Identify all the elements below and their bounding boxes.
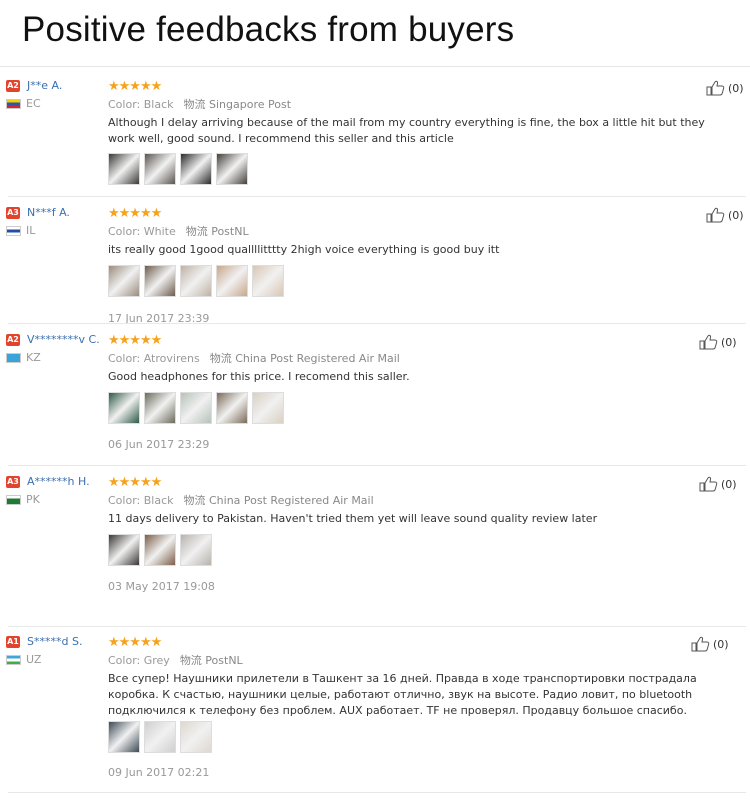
- review-photo-thumbnail[interactable]: [144, 534, 176, 566]
- order-info: Color: Grey 物流 PostNL: [108, 652, 247, 668]
- helpful-count: (0): [721, 477, 737, 491]
- buyer-level-badge: A2: [6, 80, 20, 92]
- review-date: 06 Jun 2017 23:29: [108, 438, 210, 451]
- review-photos: [108, 534, 212, 566]
- star-rating: ★★★★★: [108, 205, 162, 220]
- review-photo-thumbnail[interactable]: [108, 534, 140, 566]
- review-divider: [8, 792, 746, 793]
- buyer-country: PK: [26, 493, 40, 506]
- thumbs-up-icon: [699, 476, 719, 492]
- buyer-name[interactable]: S*****d S.: [27, 635, 82, 648]
- buyer-name[interactable]: V********v C.: [27, 333, 100, 346]
- shipping-label: 物流 Singapore Post: [183, 98, 292, 111]
- review-divider: [8, 626, 746, 627]
- helpful-count: (0): [728, 81, 744, 95]
- helpful-button[interactable]: (0): [699, 334, 737, 350]
- helpful-count: (0): [721, 335, 737, 349]
- review-photos: [108, 392, 284, 424]
- buyer-country: IL: [26, 224, 36, 237]
- review-date: 03 May 2017 19:08: [108, 580, 215, 593]
- buyer-name[interactable]: N***f A.: [27, 206, 70, 219]
- page-title: Positive feedbacks from buyers: [22, 10, 515, 49]
- review-divider: [8, 465, 746, 466]
- review-photo-thumbnail[interactable]: [180, 392, 212, 424]
- review-photo-thumbnail[interactable]: [144, 153, 176, 185]
- shipping-label: 物流 PostNL: [185, 225, 249, 238]
- star-rating: ★★★★★: [108, 634, 162, 649]
- thumbs-up-icon: [706, 207, 726, 223]
- product-color: Color: Atrovirens: [108, 352, 200, 365]
- thumbs-up-icon: [706, 80, 726, 96]
- product-color: Color: White: [108, 225, 176, 238]
- review-photos: [108, 721, 212, 753]
- review-photo-thumbnail[interactable]: [144, 721, 176, 753]
- country-flag-icon: [6, 655, 21, 665]
- order-info: Color: Black 物流 Singapore Post: [108, 96, 295, 112]
- review-text: its really good 1good quallllitttty 2hig…: [108, 243, 500, 256]
- review-photo-thumbnail[interactable]: [216, 392, 248, 424]
- helpful-count: (0): [713, 637, 729, 651]
- review-photo-thumbnail[interactable]: [108, 265, 140, 297]
- country-flag-icon: [6, 495, 21, 505]
- helpful-count: (0): [728, 208, 744, 222]
- review-date: 09 Jun 2017 02:21: [108, 766, 210, 779]
- shipping-label: 物流 China Post Registered Air Mail: [209, 352, 400, 365]
- star-rating: ★★★★★: [108, 78, 162, 93]
- product-color: Color: Grey: [108, 654, 170, 667]
- order-info: Color: Black 物流 China Post Registered Air…: [108, 492, 378, 508]
- buyer-country: UZ: [26, 653, 42, 666]
- review-photo-thumbnail[interactable]: [216, 265, 248, 297]
- review-divider: [8, 323, 746, 324]
- review-photo-thumbnail[interactable]: [252, 392, 284, 424]
- buyer-name[interactable]: J**e A.: [27, 79, 62, 92]
- review-photo-thumbnail[interactable]: [180, 265, 212, 297]
- review-photo-thumbnail[interactable]: [108, 721, 140, 753]
- review-photos: [108, 265, 284, 297]
- buyer-level-badge: A3: [6, 207, 20, 219]
- review-photo-thumbnail[interactable]: [144, 392, 176, 424]
- review-photo-thumbnail[interactable]: [252, 265, 284, 297]
- country-flag-icon: [6, 226, 21, 236]
- star-rating: ★★★★★: [108, 332, 162, 347]
- review-photo-thumbnail[interactable]: [216, 153, 248, 185]
- order-info: Color: White 物流 PostNL: [108, 223, 253, 239]
- buyer-country: KZ: [26, 351, 41, 364]
- review-photo-thumbnail[interactable]: [180, 153, 212, 185]
- country-flag-icon: [6, 99, 21, 109]
- helpful-button[interactable]: (0): [706, 207, 744, 223]
- order-info: Color: Atrovirens 物流 China Post Registere…: [108, 350, 404, 366]
- review-photo-thumbnail[interactable]: [180, 721, 212, 753]
- thumbs-up-icon: [691, 636, 711, 652]
- product-color: Color: Black: [108, 494, 174, 507]
- review-photo-thumbnail[interactable]: [144, 265, 176, 297]
- review-text: 11 days delivery to Pakistan. Haven't tr…: [108, 512, 598, 525]
- title-divider: [0, 66, 750, 67]
- shipping-label: 物流 PostNL: [179, 654, 243, 667]
- helpful-button[interactable]: (0): [699, 476, 737, 492]
- review-divider: [8, 196, 746, 197]
- country-flag-icon: [6, 353, 21, 363]
- buyer-level-badge: A2: [6, 334, 20, 346]
- review-photos: [108, 153, 248, 185]
- review-text: Although I delay arriving because of the…: [108, 116, 705, 145]
- shipping-label: 物流 China Post Registered Air Mail: [183, 494, 374, 507]
- buyer-name[interactable]: A******h H.: [27, 475, 90, 488]
- review-photo-thumbnail[interactable]: [108, 153, 140, 185]
- thumbs-up-icon: [699, 334, 719, 350]
- buyer-level-badge: A1: [6, 636, 20, 648]
- review-text: Все супер! Наушники прилетели в Ташкент …: [108, 672, 697, 717]
- review-photo-thumbnail[interactable]: [108, 392, 140, 424]
- star-rating: ★★★★★: [108, 474, 162, 489]
- helpful-button[interactable]: (0): [691, 636, 729, 652]
- helpful-button[interactable]: (0): [706, 80, 744, 96]
- buyer-country: EC: [26, 97, 41, 110]
- review-text: Good headphones for this price. I recome…: [108, 370, 410, 383]
- buyer-level-badge: A3: [6, 476, 20, 488]
- review-photo-thumbnail[interactable]: [180, 534, 212, 566]
- product-color: Color: Black: [108, 98, 174, 111]
